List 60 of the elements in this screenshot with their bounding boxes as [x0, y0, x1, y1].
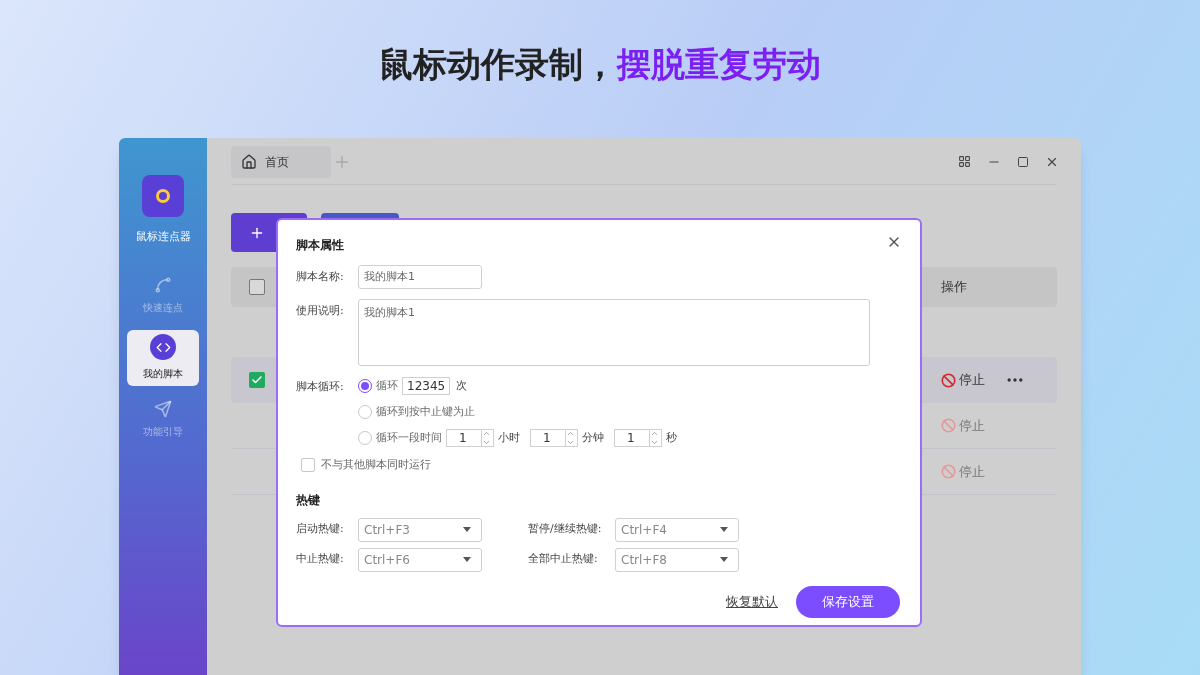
app-logo-icon — [142, 175, 184, 217]
field-label: 脚本循环: — [296, 379, 345, 395]
send-icon — [154, 400, 172, 418]
dropdown-icon — [463, 557, 471, 562]
dropdown-icon — [720, 527, 728, 532]
stop-icon — [941, 464, 956, 479]
checkbox[interactable] — [249, 372, 265, 388]
option-label: 循环一段时间 — [376, 429, 442, 446]
reset-link[interactable]: 恢复默认 — [726, 591, 778, 612]
column-header: 操作 — [941, 278, 968, 297]
up-icon[interactable] — [482, 429, 491, 438]
checkbox[interactable] — [249, 279, 265, 295]
unit-label: 分钟 — [582, 429, 604, 446]
stop-icon — [941, 372, 956, 388]
number-spinner[interactable]: 1 — [530, 429, 578, 447]
hotkey-dropdown[interactable]: Ctrl+F3 — [358, 517, 482, 542]
description-field[interactable]: 我的脚本1 — [358, 299, 870, 366]
field-label: 全部中止热键: — [528, 551, 599, 568]
count-field[interactable]: 12345 — [402, 377, 451, 395]
option-label: 循环到按中止键为止 — [376, 403, 475, 420]
name-field[interactable]: 我的脚本1 — [358, 265, 482, 289]
line-chart-icon — [154, 276, 172, 294]
unit-label: 小时 — [498, 429, 520, 446]
field-label: 暂停/继续热键: — [528, 521, 603, 538]
field-label: 启动热键: — [296, 521, 345, 538]
maximize-icon[interactable] — [1017, 155, 1029, 168]
section-title: 热键 — [296, 491, 320, 509]
unit-label: 次 — [456, 377, 468, 394]
tab[interactable]: 首页 — [231, 145, 331, 178]
check-icon — [251, 374, 263, 386]
grid-icon[interactable] — [958, 155, 971, 168]
stop-icon — [941, 418, 956, 433]
option-label: 循环 — [376, 377, 398, 394]
number-spinner[interactable]: 1 — [446, 429, 494, 447]
up-icon[interactable] — [566, 429, 575, 438]
hotkey-dropdown[interactable]: Ctrl+F4 — [615, 517, 739, 542]
dropdown-icon — [720, 557, 728, 562]
hotkey-dropdown[interactable]: Ctrl+F8 — [615, 547, 739, 572]
checkbox[interactable] — [301, 458, 315, 473]
number-spinner[interactable]: 1 — [614, 429, 662, 447]
home-icon — [241, 153, 257, 170]
app-name: 鼠标连点器 — [135, 229, 191, 245]
nav-item[interactable]: 我的脚本 — [127, 329, 199, 386]
down-icon[interactable] — [482, 438, 491, 447]
stop-button[interactable]: 停止 — [941, 370, 1057, 390]
down-icon[interactable] — [566, 438, 575, 447]
unit-label: 秒 — [666, 429, 677, 446]
dropdown-icon — [463, 527, 471, 532]
dialog-title: 脚本属性 — [296, 237, 344, 254]
field-label: 中止热键: — [296, 551, 345, 568]
field-label: 脚本名称: — [296, 268, 345, 285]
up-icon[interactable] — [650, 429, 659, 438]
down-icon[interactable] — [650, 438, 659, 447]
headline: 鼠标动作录制， — [379, 42, 617, 86]
code-icon — [150, 334, 176, 360]
checkbox-label: 不与其他脚本同时运行 — [321, 457, 431, 473]
save-button[interactable]: 保存设置 — [796, 585, 900, 618]
field-label: 使用说明: — [296, 303, 345, 319]
hotkey-dropdown[interactable]: Ctrl+F6 — [358, 547, 482, 572]
headline-accent: 摆脱重复劳动 — [617, 42, 821, 86]
